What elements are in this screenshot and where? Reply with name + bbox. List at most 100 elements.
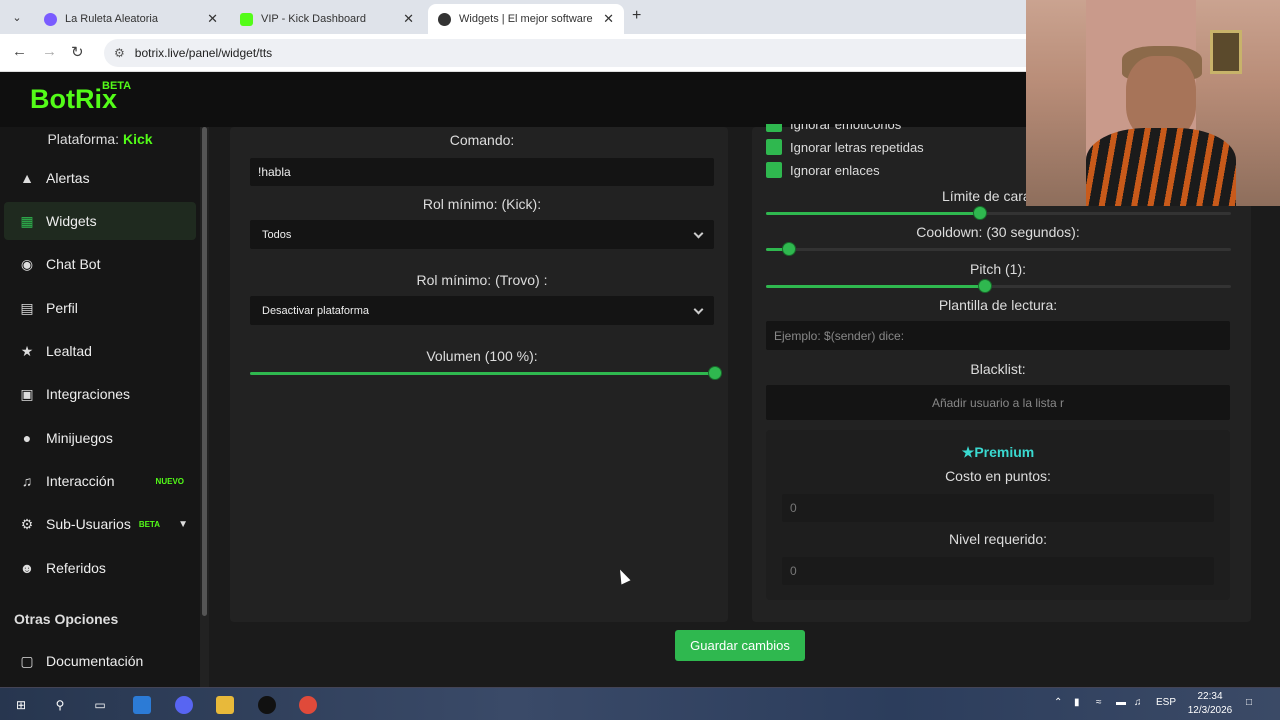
- notification-icon[interactable]: □: [1246, 697, 1252, 708]
- browser-tab-2[interactable]: VIP - Kick Dashboard ✕: [230, 4, 424, 34]
- sidebar-item-lealtad[interactable]: ★ Lealtad: [4, 332, 196, 370]
- sidebar-item-label: Documentación: [46, 653, 144, 669]
- clock-date: 12/3/2026: [1187, 705, 1233, 716]
- sidebar-item-label: Widgets: [46, 213, 97, 229]
- windows-start-icon[interactable]: ⊞: [12, 696, 30, 714]
- sidebar-item-integraciones[interactable]: ▣ Integraciones: [4, 375, 196, 413]
- volume-icon[interactable]: ♫: [1134, 697, 1142, 708]
- sidebar-item-label: Perfil: [46, 300, 78, 316]
- save-changes-button[interactable]: Guardar cambios: [675, 630, 805, 661]
- sidebar-item-label: Sub-Usuarios: [46, 516, 131, 532]
- checkbox-ignore-repeated-letters[interactable]: Ignorar letras repetidas: [766, 139, 924, 155]
- clock[interactable]: 22:34 12/3/2026: [1182, 690, 1238, 718]
- platform-value: Kick: [122, 131, 153, 147]
- language-indicator[interactable]: ESP: [1156, 697, 1176, 708]
- kick-favicon-icon: [240, 12, 253, 26]
- sidebar-item-chat-bot[interactable]: ◉ Chat Bot: [4, 245, 196, 283]
- file-explorer-icon[interactable]: [216, 696, 234, 714]
- checkbox-label: Ignorar enlaces: [790, 162, 880, 178]
- gamepad-icon: ●: [22, 430, 32, 446]
- blacklist-input[interactable]: Añadir usuario a la lista r: [766, 385, 1230, 420]
- sidebar-item-minijuegos[interactable]: ● Minijuegos: [4, 419, 196, 457]
- usb-icon[interactable]: ▮: [1074, 697, 1080, 708]
- obs-icon[interactable]: [258, 696, 276, 714]
- checkbox-label: Ignorar letras repetidas: [790, 139, 924, 155]
- warning-icon: ▲: [20, 170, 34, 186]
- char-limit-slider[interactable]: [766, 206, 1231, 220]
- wifi-icon[interactable]: ≈: [1096, 697, 1102, 708]
- sidebar-item-alertas[interactable]: ▲ Alertas: [4, 159, 196, 197]
- new-tab-icon[interactable]: +: [632, 7, 641, 25]
- url-field[interactable]: ⚙ botrix.live/panel/widget/tts: [104, 39, 1044, 67]
- sidebar-item-label: Interacción: [46, 473, 115, 489]
- chrome-icon[interactable]: [299, 696, 317, 714]
- section-title-otras-opciones: Otras Opciones: [14, 611, 119, 627]
- close-tab-icon[interactable]: ✕: [403, 11, 414, 27]
- pitch-slider[interactable]: [766, 279, 1231, 293]
- command-input[interactable]: !habla: [250, 158, 714, 186]
- webcam-overlay: [1026, 0, 1280, 206]
- kick-role-select[interactable]: Todos: [250, 220, 714, 249]
- sidebar-item-label: Integraciones: [46, 386, 131, 402]
- music-icon: ♫: [21, 473, 33, 489]
- slider-thumb[interactable]: [708, 366, 722, 380]
- sidebar-item-label: Lealtad: [46, 343, 92, 359]
- chevron-down-icon[interactable]: ▼: [178, 519, 188, 530]
- roulette-favicon-icon: [44, 12, 57, 26]
- checkbox-checked[interactable]: [766, 162, 782, 178]
- volume-slider[interactable]: [250, 366, 722, 380]
- sidebar-item-label: Chat Bot: [46, 256, 101, 272]
- tab-list-chevron-icon[interactable]: ⌄: [8, 8, 26, 26]
- task-view-icon[interactable]: ▭: [91, 696, 109, 714]
- browser-tab-3-active[interactable]: Widgets | El mejor software par ✕: [428, 4, 624, 34]
- tab-title: Widgets | El mejor software par: [459, 13, 595, 25]
- clock-time: 22:34: [1197, 691, 1223, 702]
- command-label: Comando:: [449, 132, 515, 148]
- browser-tab-1[interactable]: La Ruleta Aleatoria ✕: [34, 4, 228, 34]
- cost-input[interactable]: 0: [782, 494, 1214, 522]
- template-label: Plantilla de lectura:: [938, 297, 1058, 313]
- windows-taskbar: ⊞ ⚲ ▭ ⌃ ▮ ≈ ▬ ♫ ESP 22:34 12/3/2026 □: [0, 687, 1280, 720]
- close-tab-icon[interactable]: ✕: [207, 11, 218, 27]
- sidebar-item-interaccion[interactable]: ♫ Interacción NUEVO: [4, 462, 196, 500]
- search-icon[interactable]: ⚲: [51, 696, 69, 714]
- sidebar-item-label: Referidos: [46, 560, 106, 576]
- blacklist-label: Blacklist:: [970, 361, 1026, 377]
- reload-icon[interactable]: ↻: [71, 43, 84, 61]
- checkbox-ignore-links[interactable]: Ignorar enlaces: [766, 162, 880, 178]
- close-tab-icon[interactable]: ✕: [603, 11, 614, 27]
- sidebar-item-referidos[interactable]: ☻ Referidos: [4, 549, 196, 587]
- forward-arrow-icon[interactable]: →: [42, 43, 57, 60]
- level-input[interactable]: 0: [782, 557, 1214, 585]
- trovo-role-value: Desactivar plataforma: [262, 304, 369, 317]
- sidebar: Plataforma: Kick ▲ Alertas ▦ Widgets ◉ C…: [0, 127, 200, 687]
- site-info-icon[interactable]: ⚙: [114, 46, 125, 60]
- sidebar-item-perfil[interactable]: ▤ Perfil: [4, 289, 196, 327]
- premium-title: ★Premium: [766, 444, 1230, 461]
- slider-thumb[interactable]: [977, 279, 992, 293]
- sidebar-item-label: Alertas: [46, 170, 90, 186]
- checkbox-checked[interactable]: [766, 139, 782, 155]
- sidebar-scrollbar-thumb[interactable]: [202, 127, 207, 616]
- battery-icon[interactable]: ▬: [1116, 697, 1126, 708]
- users-cog-icon: ⚙: [20, 515, 34, 532]
- tray-chevron-up-icon[interactable]: ⌃: [1054, 697, 1062, 708]
- back-arrow-icon[interactable]: ←: [12, 43, 27, 60]
- slider-thumb[interactable]: [972, 206, 987, 220]
- kick-role-label: Rol mínimo: (Kick):: [422, 196, 542, 212]
- trovo-role-label: Rol mínimo: (Trovo) :: [416, 272, 548, 288]
- trovo-role-select[interactable]: Desactivar plataforma: [250, 296, 714, 325]
- level-label: Nivel requerido:: [948, 531, 1048, 547]
- beta-badge: BETA: [138, 519, 160, 529]
- sidebar-item-documentacion[interactable]: ▢ Documentación: [4, 642, 196, 680]
- tab-title: La Ruleta Aleatoria: [65, 13, 158, 25]
- cost-label: Costo en puntos:: [945, 468, 1051, 484]
- discord-icon[interactable]: [175, 696, 193, 714]
- streamer-jersey: [1086, 128, 1236, 206]
- cooldown-slider[interactable]: [766, 242, 1231, 256]
- sidebar-item-widgets[interactable]: ▦ Widgets: [4, 202, 196, 240]
- sidebar-item-sub-usuarios[interactable]: ⚙ Sub-Usuarios BETA ▼: [4, 505, 196, 543]
- store-icon[interactable]: [133, 696, 151, 714]
- template-input[interactable]: Ejemplo: $(sender) dice:: [766, 321, 1230, 350]
- pitch-label: Pitch (1):: [969, 261, 1026, 277]
